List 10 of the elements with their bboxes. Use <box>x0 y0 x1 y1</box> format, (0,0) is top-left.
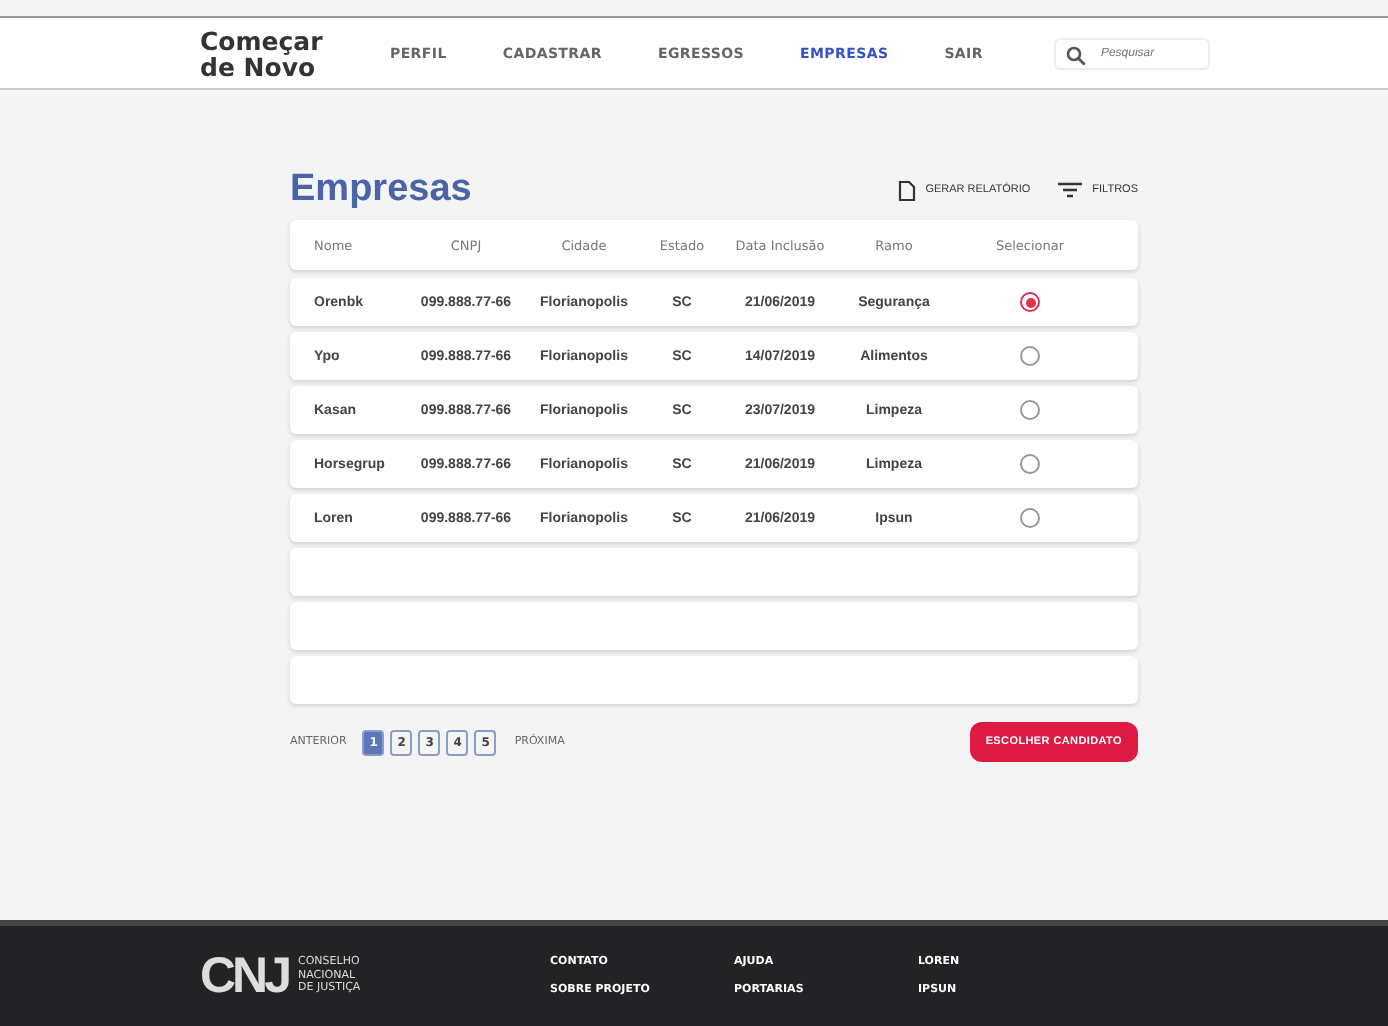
radio-button[interactable] <box>1020 400 1040 420</box>
radio-button[interactable] <box>1020 292 1040 312</box>
radio-button[interactable] <box>1020 508 1040 528</box>
radio-button[interactable] <box>1020 454 1040 474</box>
brand-logo[interactable]: Começar de Novo <box>200 27 390 79</box>
filter-icon <box>1058 182 1083 198</box>
page-title: Empresas <box>290 168 472 212</box>
radio-button[interactable] <box>1020 346 1040 366</box>
logo-mark: CNJ <box>200 947 289 1005</box>
document-icon <box>897 179 916 201</box>
